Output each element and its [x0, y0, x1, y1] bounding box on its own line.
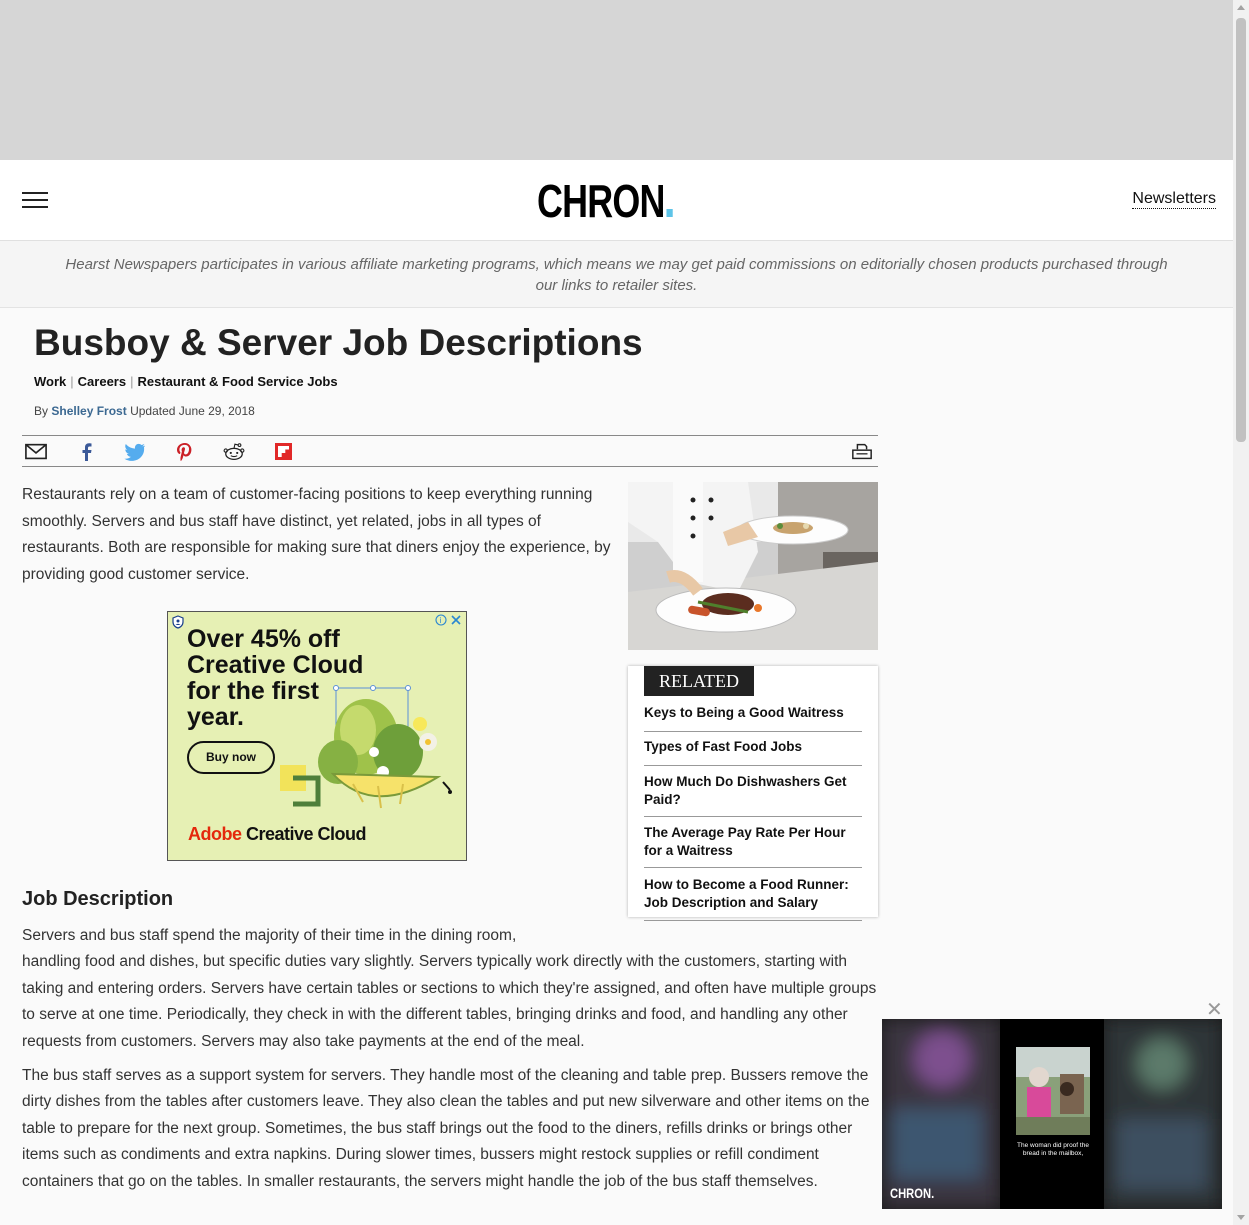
ad-privacy-icon[interactable] — [171, 615, 185, 629]
newsletters-link[interactable]: Newsletters — [1132, 190, 1216, 209]
scroll-up-arrow[interactable] — [1237, 5, 1245, 10]
svg-text:i: i — [440, 616, 442, 625]
intro-paragraph: Restaurants rely on a team of customer-f… — [22, 486, 611, 583]
related-item-fast-food-jobs[interactable]: Types of Fast Food Jobs — [644, 732, 862, 766]
ad-illustration — [280, 685, 452, 809]
hero-image — [628, 482, 878, 650]
scrollbar-thumb[interactable] — [1236, 18, 1246, 442]
ad-brand-adobe: Adobe — [188, 824, 242, 844]
updated-date: Updated June 29, 2018 — [130, 404, 255, 418]
breadcrumb: Work | Careers | Restaurant & Food Service J… — [34, 374, 338, 389]
breadcrumb-careers[interactable]: Careers — [78, 374, 126, 389]
top-ad-placeholder — [0, 0, 1233, 160]
section-heading-job-description: Job Description — [22, 888, 174, 910]
related-box: RELATED Keys to Being a Good Waitress Ty… — [628, 666, 878, 921]
logo-text: CHRON — [537, 175, 665, 227]
site-header: CHRON Newsletters — [0, 160, 1233, 241]
related-list: Keys to Being a Good Waitress Types of F… — [644, 701, 862, 921]
paragraph-job-description: Servers and bus staff spend the majority… — [22, 923, 877, 1055]
ad-creative-cloud[interactable]: i Over 45% off Creative Cloud for the fi… — [167, 611, 467, 861]
pinterest-icon[interactable] — [174, 442, 196, 462]
menu-icon[interactable] — [22, 192, 48, 210]
ad-buy-now-button[interactable]: Buy now — [187, 741, 275, 774]
paragraph-bus-staff: The bus staff serves as a support system… — [22, 1067, 870, 1190]
print-icon[interactable] — [851, 442, 873, 462]
page-title: Busboy & Server Job Descriptions — [34, 322, 643, 363]
author-link[interactable]: Shelley Frost — [51, 404, 126, 418]
ad-choices-close-icon[interactable]: i — [435, 613, 465, 627]
paragraph-line-1: Servers and bus staff spend the majority… — [22, 927, 517, 944]
logo-dot — [666, 209, 673, 217]
scrollbar[interactable] — [1233, 0, 1249, 1225]
email-icon[interactable] — [25, 442, 47, 462]
breadcrumb-work[interactable]: Work — [34, 374, 66, 389]
video-frame — [882, 1019, 1222, 1209]
related-label: RELATED — [644, 666, 754, 696]
video-player[interactable]: The woman did proof the bread in the mai… — [882, 1019, 1222, 1209]
scroll-down-arrow[interactable] — [1237, 1215, 1245, 1220]
video-caption: The woman did proof the bread in the mai… — [1017, 1142, 1089, 1157]
share-bar — [22, 435, 878, 467]
ad-brand: Adobe Creative Cloud — [188, 824, 367, 845]
related-item-food-runner[interactable]: How to Become a Food Runner: Job Descrip… — [644, 868, 862, 921]
reddit-icon[interactable] — [223, 442, 245, 462]
site-logo[interactable]: CHRON — [537, 174, 673, 228]
flipboard-icon[interactable] — [273, 442, 295, 462]
video-logo: CHRON. — [890, 1185, 935, 1201]
byline: By Shelley Frost Updated June 29, 2018 — [34, 404, 255, 418]
paragraph-rest: handling food and dishes, but specific d… — [22, 953, 877, 1050]
breadcrumb-restaurant-jobs[interactable]: Restaurant & Food Service Jobs — [137, 374, 337, 389]
facebook-icon[interactable] — [76, 442, 98, 462]
byline-prefix: By — [34, 404, 49, 418]
affiliate-disclaimer: Hearst Newspapers participates in variou… — [0, 241, 1233, 308]
ad-brand-product: Creative Cloud — [246, 824, 367, 844]
related-item-waitress-pay-rate[interactable]: The Average Pay Rate Per Hour for a Wait… — [644, 817, 862, 868]
twitter-icon[interactable] — [124, 442, 146, 462]
related-item-good-waitress[interactable]: Keys to Being a Good Waitress — [644, 701, 862, 732]
related-item-dishwashers-paid[interactable]: How Much Do Dishwashers Get Paid? — [644, 766, 862, 817]
